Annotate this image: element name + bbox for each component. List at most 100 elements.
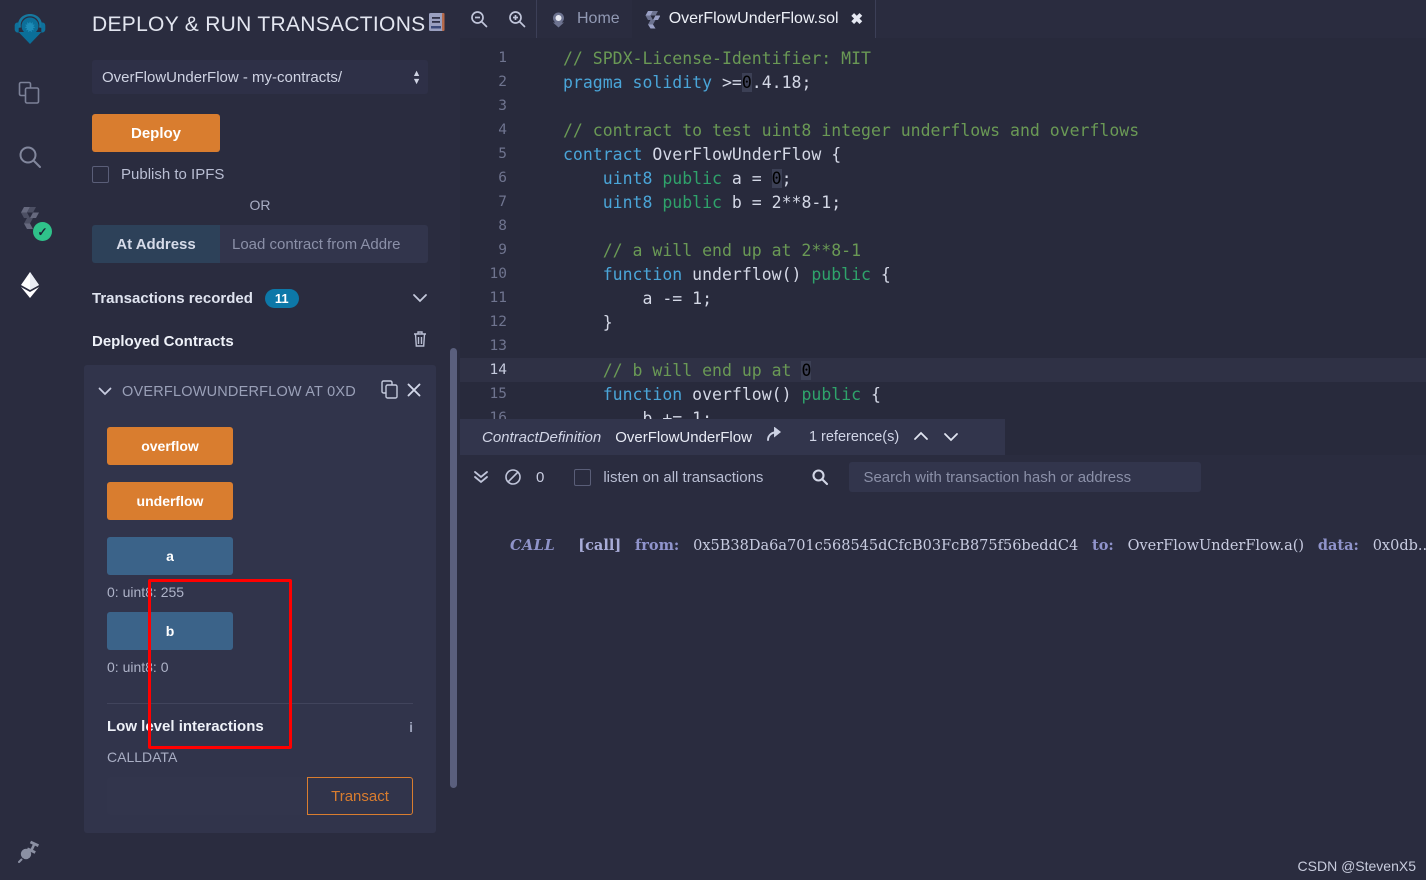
code-editor[interactable]: 1 // SPDX-License-Identifier: MIT 2 pragma … xyxy=(460,38,1426,419)
code-text: uint8 public b = 2**8-1; xyxy=(602,192,842,212)
code-line[interactable]: 14 // b will end up at 0 xyxy=(460,358,1426,382)
code-line[interactable]: 8 xyxy=(460,214,1426,238)
line-number: 13 xyxy=(489,338,507,354)
definition-name: OverFlowUnderFlow xyxy=(615,428,752,446)
search-icon[interactable] xyxy=(811,468,829,486)
function-button-underflow[interactable]: underflow xyxy=(107,482,233,520)
code-line[interactable]: 4 // contract to test uint8 integer under… xyxy=(460,118,1426,142)
reference-count: 1 reference(s) xyxy=(808,429,900,445)
at-address-input[interactable]: Load contract from Addre xyxy=(220,225,428,263)
contract-select-value: OverFlowUnderFlow - my-contracts/ xyxy=(102,68,343,86)
panel-scrollbar[interactable] xyxy=(450,348,457,788)
remix-home-icon xyxy=(553,12,564,27)
publish-ipfs-checkbox[interactable] xyxy=(92,166,109,183)
transaction-search-input[interactable]: Search with transaction hash or address xyxy=(849,462,1202,492)
code-line[interactable]: 7 uint8 public b = 2**8-1; xyxy=(460,190,1426,214)
tab-home[interactable]: Home xyxy=(537,0,632,38)
code-line[interactable]: 12 } xyxy=(460,310,1426,334)
close-icon[interactable] xyxy=(406,382,422,403)
solidity-file-icon xyxy=(645,10,660,28)
listen-all-checkbox[interactable] xyxy=(574,468,592,486)
compile-success-badge: ✓ xyxy=(33,222,52,241)
function-button-a[interactable]: a xyxy=(107,537,233,575)
plugin-manager-icon[interactable] xyxy=(15,836,45,866)
code-text: } xyxy=(563,312,613,332)
solidity-compiler-icon[interactable]: ✓ xyxy=(15,206,52,241)
transactions-recorded-label: Transactions recorded xyxy=(92,290,253,307)
editor-area: Home OverFlowUnderFlow.sol ✖ 1 // SPDX-Li… xyxy=(460,0,1426,880)
publish-ipfs-row: Publish to IPFS xyxy=(92,166,460,183)
code-line[interactable]: 1 // SPDX-License-Identifier: MIT xyxy=(460,46,1426,70)
code-text: a -= 1; xyxy=(563,288,713,308)
rail-icon-list: ✓ xyxy=(15,78,52,300)
deployed-contracts-label: Deployed Contracts xyxy=(92,333,234,350)
terminal-output: CALL [call] from: 0x5B38Da6a701c568545dC… xyxy=(460,499,1426,880)
deploy-button[interactable]: Deploy xyxy=(92,114,220,152)
next-reference-icon[interactable] xyxy=(943,430,959,445)
status-wrapper: ContractDefinition OverFlowUnderFlow 1 r… xyxy=(460,419,1426,455)
low-level-interactions-row: Low level interactions i xyxy=(84,718,436,735)
tab-overflowunderflow-sol[interactable]: OverFlowUnderFlow.sol ✖ xyxy=(631,0,876,38)
chevron-down-icon[interactable] xyxy=(412,291,428,306)
prev-reference-icon[interactable] xyxy=(913,430,929,445)
clear-console-icon[interactable] xyxy=(504,468,522,486)
chevron-updown-icon: ▲ ▼ xyxy=(412,68,421,86)
search-icon[interactable] xyxy=(15,142,45,172)
line-number: 14 xyxy=(489,362,507,378)
file-explorer-icon[interactable] xyxy=(15,78,45,108)
line-number: 2 xyxy=(498,74,507,90)
contract-select[interactable]: OverFlowUnderFlow - my-contracts/ ▲ ▼ xyxy=(92,60,428,94)
deployed-contract-card: OVERFLOWUNDERFLOW AT 0XD overflow underf… xyxy=(84,365,436,833)
transactions-recorded-row[interactable]: Transactions recorded 11 xyxy=(92,289,428,308)
log-type: CALL xyxy=(510,537,556,554)
code-line[interactable]: 10 function underflow() public { xyxy=(460,262,1426,286)
calldata-input[interactable] xyxy=(107,777,307,815)
code-line[interactable]: 9 // a will end up at 2**8-1 xyxy=(460,238,1426,262)
code-line[interactable]: 6 uint8 public a = 0; xyxy=(460,166,1426,190)
card-divider xyxy=(107,703,413,704)
remix-logo-icon[interactable] xyxy=(8,8,52,52)
line-number: 4 xyxy=(498,122,507,138)
code-text: contract OverFlowUnderFlow { xyxy=(563,144,842,164)
zoom-out-icon[interactable] xyxy=(460,0,498,38)
low-level-label: Low level interactions xyxy=(107,718,264,735)
contract-select-wrapper: OverFlowUnderFlow - my-contracts/ ▲ ▼ xyxy=(92,60,428,94)
code-text: // contract to test uint8 integer underf… xyxy=(563,120,1140,140)
at-address-button[interactable]: At Address xyxy=(92,225,220,263)
remix-ide-window: ✓ DEPLOY & RUN TRANSACTIONS OverFlowUnde… xyxy=(0,0,1426,880)
documentation-icon[interactable] xyxy=(428,12,446,38)
log-data-value: 0x0db...e671f xyxy=(1372,538,1426,554)
code-line[interactable]: 5 contract OverFlowUnderFlow { xyxy=(460,142,1426,166)
code-line[interactable]: 13 xyxy=(460,334,1426,358)
log-from-value: 0x5B38Da6a701c568545dCfcB03FcB875f56bedd… xyxy=(693,538,1079,554)
code-line[interactable]: 15 function overflow() public { xyxy=(460,382,1426,406)
calldata-label: CALLDATA xyxy=(107,749,178,765)
transact-button[interactable]: Transact xyxy=(307,777,413,815)
code-line[interactable]: 16 b += 1; xyxy=(460,406,1426,420)
code-line[interactable]: 3 xyxy=(460,94,1426,118)
code-text: function overflow() public { xyxy=(602,384,881,404)
deploy-run-icon[interactable] xyxy=(15,270,45,300)
code-text: // SPDX-License-Identifier: MIT xyxy=(563,48,871,68)
code-line[interactable]: 2 pragma solidity >=0.4.18; xyxy=(460,70,1426,94)
info-icon[interactable]: i xyxy=(409,719,413,735)
code-line[interactable]: 11 a -= 1; xyxy=(460,286,1426,310)
trash-icon[interactable] xyxy=(412,330,428,353)
terminal-log-line[interactable]: CALL [call] from: 0x5B38Da6a701c568545dC… xyxy=(510,537,1426,554)
deployed-contracts-row: Deployed Contracts xyxy=(92,330,428,353)
line-number: 9 xyxy=(498,242,507,258)
chevrons-down-icon[interactable] xyxy=(472,468,490,486)
line-number: 8 xyxy=(498,218,507,234)
function-button-b[interactable]: b xyxy=(107,612,233,650)
transactions-recorded-count: 11 xyxy=(264,289,299,308)
code-text: function underflow() public { xyxy=(602,264,891,284)
jump-to-reference-icon[interactable] xyxy=(766,426,785,448)
chevron-down-icon[interactable] xyxy=(98,385,112,399)
function-button-overflow[interactable]: overflow xyxy=(107,427,233,465)
close-icon[interactable]: ✖ xyxy=(851,10,864,28)
copy-icon[interactable] xyxy=(381,380,398,404)
zoom-in-icon[interactable] xyxy=(498,0,536,38)
contract-definition-statusbar: ContractDefinition OverFlowUnderFlow 1 r… xyxy=(460,419,1005,455)
listen-all-transactions-row: listen on all transactions xyxy=(574,468,763,486)
deploy-run-panel: DEPLOY & RUN TRANSACTIONS OverFlowUnderF… xyxy=(60,0,460,880)
